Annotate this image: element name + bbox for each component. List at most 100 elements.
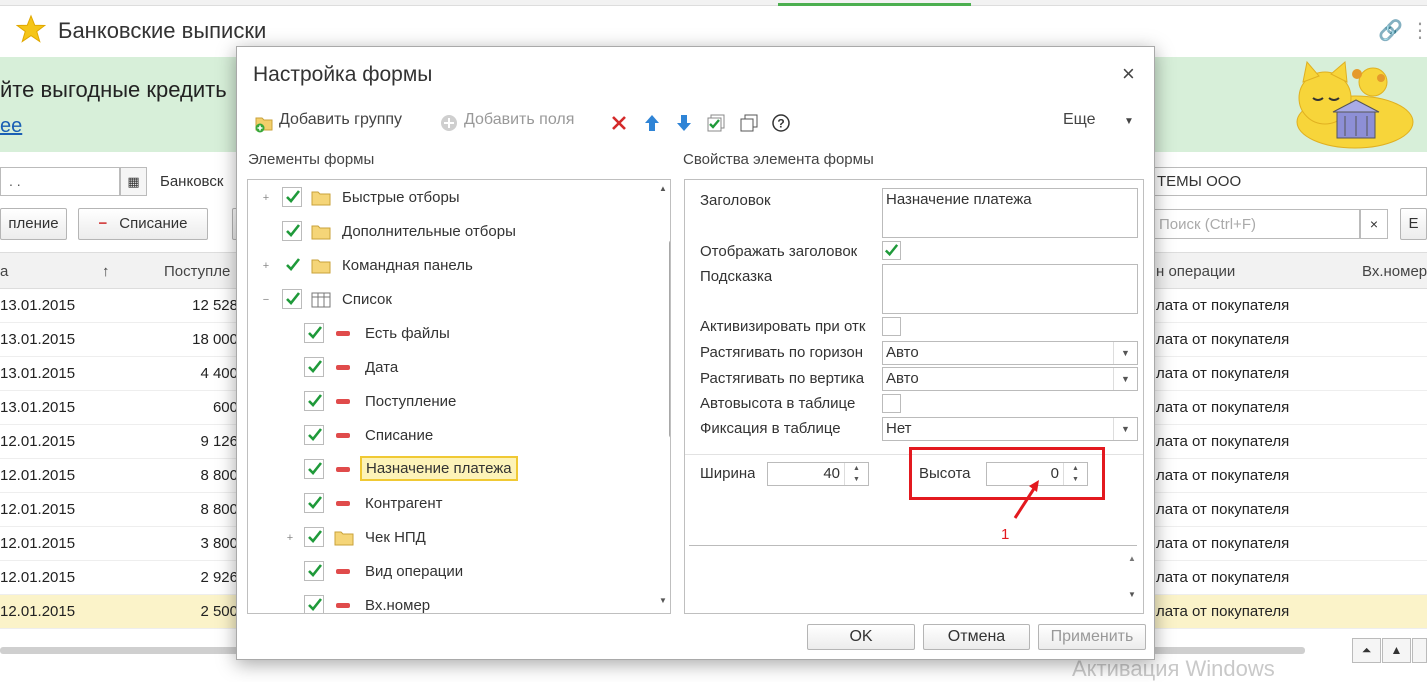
tree-item-command-panel[interactable]: + Командная панель (248, 252, 648, 282)
tree-item-payment-purpose[interactable]: Назначение платежа (248, 456, 648, 486)
more-menu-button[interactable]: Еще (1063, 111, 1096, 135)
dialog-title: Настройка формы (253, 63, 433, 86)
checkbox-checked[interactable] (304, 391, 324, 411)
add-fields-icon (441, 115, 457, 131)
tree-scroll-thumb[interactable] (669, 240, 670, 438)
more-vertical-icon[interactable]: ⋮ (1410, 18, 1427, 43)
width-label: Ширина (700, 465, 756, 482)
tree-item-extra-filters[interactable]: Дополнительные отборы (248, 218, 648, 248)
writeoff-label: Списание (119, 215, 188, 232)
scroll-up-icon[interactable]: ▲ (659, 184, 667, 193)
more-button[interactable]: Е (1400, 208, 1427, 240)
check-all-icon[interactable] (706, 113, 726, 133)
tree-item-quick-filters[interactable]: + Быстрые отборы (248, 184, 648, 214)
search-input[interactable]: Поиск (Ctrl+F) (1150, 209, 1360, 239)
expand-icon[interactable]: + (284, 532, 296, 544)
add-fields-button: Добавить поля (464, 111, 575, 128)
stretch-horizontal-select[interactable]: Авто ▼ (882, 341, 1138, 365)
folder-icon (311, 259, 331, 274)
checkbox-checked[interactable] (282, 187, 302, 207)
chevron-down-icon[interactable]: ▼ (1113, 418, 1137, 440)
show-caption-checkbox[interactable] (882, 241, 901, 260)
chevron-down-icon[interactable]: ▼ (1113, 368, 1137, 390)
field-icon (336, 433, 350, 438)
tree-item-list[interactable]: − Список (248, 286, 648, 316)
collapse-icon[interactable]: − (260, 294, 272, 306)
calendar-icon[interactable]: ▦ (120, 167, 147, 196)
tree-item-label-selected: Назначение платежа (360, 456, 518, 481)
checkbox-checked[interactable] (304, 493, 324, 513)
scroll-down-icon[interactable]: ▼ (659, 596, 667, 605)
caption-input[interactable]: Назначение платежа (882, 188, 1138, 238)
delete-icon[interactable] (609, 113, 629, 133)
hint-input[interactable] (882, 264, 1138, 314)
cat-mascot-icon (1296, 60, 1414, 149)
checkmark-icon[interactable] (282, 255, 302, 275)
column-header-date[interactable]: а (0, 263, 8, 280)
annotation-number: 1 (1001, 526, 1010, 543)
activate-checkbox[interactable] (882, 317, 901, 336)
scroll-up-icon[interactable]: ▲ (1128, 554, 1136, 563)
scroll-down-icon[interactable] (1412, 638, 1427, 663)
window-title: Банковские выписки (58, 18, 267, 43)
stretch-horizontal-label: Растягивать по горизон (700, 344, 864, 361)
banner-link[interactable]: ее (0, 115, 22, 138)
tree-item-has-files[interactable]: Есть файлы (248, 320, 648, 350)
scroll-top-icon[interactable]: ⏶ (1352, 638, 1381, 663)
ok-button[interactable]: OK (807, 624, 915, 650)
tree-item-label: Вид операции (365, 563, 464, 580)
cancel-button[interactable]: Отмена (923, 624, 1030, 650)
checkbox-checked[interactable] (304, 527, 324, 547)
search-clear-icon[interactable]: × (1360, 209, 1388, 239)
date-input[interactable]: . . (0, 167, 120, 196)
column-header-operation[interactable]: н операции (1156, 263, 1235, 280)
stretch-vertical-label: Растягивать по вертика (700, 370, 865, 387)
add-group-icon[interactable] (254, 113, 274, 133)
tree-item-operation-type[interactable]: Вид операции (248, 558, 648, 588)
stepper-icon[interactable]: ▲ ▼ (844, 463, 868, 485)
favorite-star-icon[interactable] (16, 14, 46, 44)
help-icon[interactable]: ? (771, 113, 791, 133)
select-value: Авто (886, 344, 919, 361)
checkbox-checked[interactable] (304, 425, 324, 445)
folder-icon (334, 531, 354, 546)
column-header-number[interactable]: Вх.номер (1362, 263, 1427, 280)
organization-field[interactable]: ТЕМЫ ООО (1150, 167, 1427, 196)
tree-item-label: Есть файлы (365, 325, 450, 342)
width-input[interactable]: 40 ▲ ▼ (767, 462, 869, 486)
checkbox-checked[interactable] (304, 459, 324, 479)
checkbox-checked[interactable] (304, 323, 324, 343)
checkbox-checked[interactable] (304, 595, 324, 613)
tree-item-npd-check[interactable]: + Чек НПД (248, 524, 648, 554)
move-down-icon[interactable] (674, 113, 694, 133)
link-icon[interactable]: 🔗 (1378, 18, 1403, 42)
chevron-down-icon[interactable]: ▼ (1124, 116, 1134, 140)
tree-item-incoming-number[interactable]: Вх.номер (248, 592, 648, 613)
tree-item-income[interactable]: Поступление (248, 388, 648, 418)
expand-icon[interactable]: + (260, 192, 272, 204)
field-icon (336, 467, 350, 472)
copy-icon[interactable] (739, 113, 759, 133)
income-button[interactable]: пление (0, 208, 67, 240)
checkbox-checked[interactable] (304, 357, 324, 377)
checkbox-checked[interactable] (282, 221, 302, 241)
fix-in-table-select[interactable]: Нет ▼ (882, 417, 1138, 441)
checkbox-checked[interactable] (282, 289, 302, 309)
close-icon[interactable]: × (1122, 61, 1135, 87)
tree-item-label: Список (342, 291, 392, 308)
expand-icon[interactable]: + (260, 260, 272, 272)
column-header-income[interactable]: Поступле (164, 263, 230, 280)
writeoff-button[interactable]: − Списание (78, 208, 208, 240)
chevron-down-icon[interactable]: ▼ (1113, 342, 1137, 364)
stretch-vertical-select[interactable]: Авто ▼ (882, 367, 1138, 391)
show-caption-label: Отображать заголовок (700, 243, 858, 260)
scroll-up-icon[interactable]: ▲ (1382, 638, 1411, 663)
move-up-icon[interactable] (642, 113, 662, 133)
tree-item-counterparty[interactable]: Контрагент (248, 490, 648, 520)
autoheight-checkbox[interactable] (882, 394, 901, 413)
add-group-button[interactable]: Добавить группу (279, 111, 402, 135)
tree-item-writeoff[interactable]: Списание (248, 422, 648, 452)
scroll-down-icon[interactable]: ▼ (1128, 590, 1136, 599)
tree-item-date[interactable]: Дата (248, 354, 648, 384)
checkbox-checked[interactable] (304, 561, 324, 581)
